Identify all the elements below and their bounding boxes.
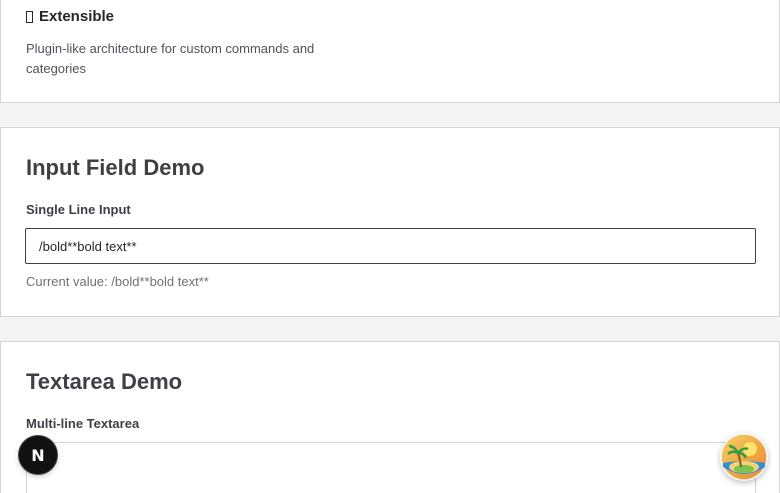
island-icon-graphic [720,433,768,481]
feature-title: Extensible [26,8,114,25]
textarea-demo-title: Textarea Demo [26,369,183,394]
multi-line-textarea[interactable] [26,442,756,493]
input-demo-title: Input Field Demo [26,155,205,180]
nextjs-logo-icon: N [31,445,45,465]
feature-card-extensible: Extensible Plugin-like architecture for … [0,0,780,103]
single-line-input-label: Single Line Input [26,202,131,217]
single-line-input[interactable] [25,228,756,264]
nextjs-dev-tools-button[interactable]: N [19,436,57,474]
missing-glyph-icon [26,10,33,23]
island-palm-tree-icon[interactable] [720,433,768,481]
feature-description: Plugin-like architecture for custom comm… [26,41,315,76]
multi-line-textarea-label: Multi-line Textarea [26,416,140,431]
input-field-demo-card: Input Field Demo Single Line Input Curre… [0,127,780,317]
page: Extensible Plugin-like architecture for … [0,0,780,493]
textarea-demo-card: Textarea Demo Multi-line Textarea [0,341,780,493]
feature-title-text: Extensible [39,8,115,25]
current-value-text: Current value: /bold**bold text** [26,274,209,289]
